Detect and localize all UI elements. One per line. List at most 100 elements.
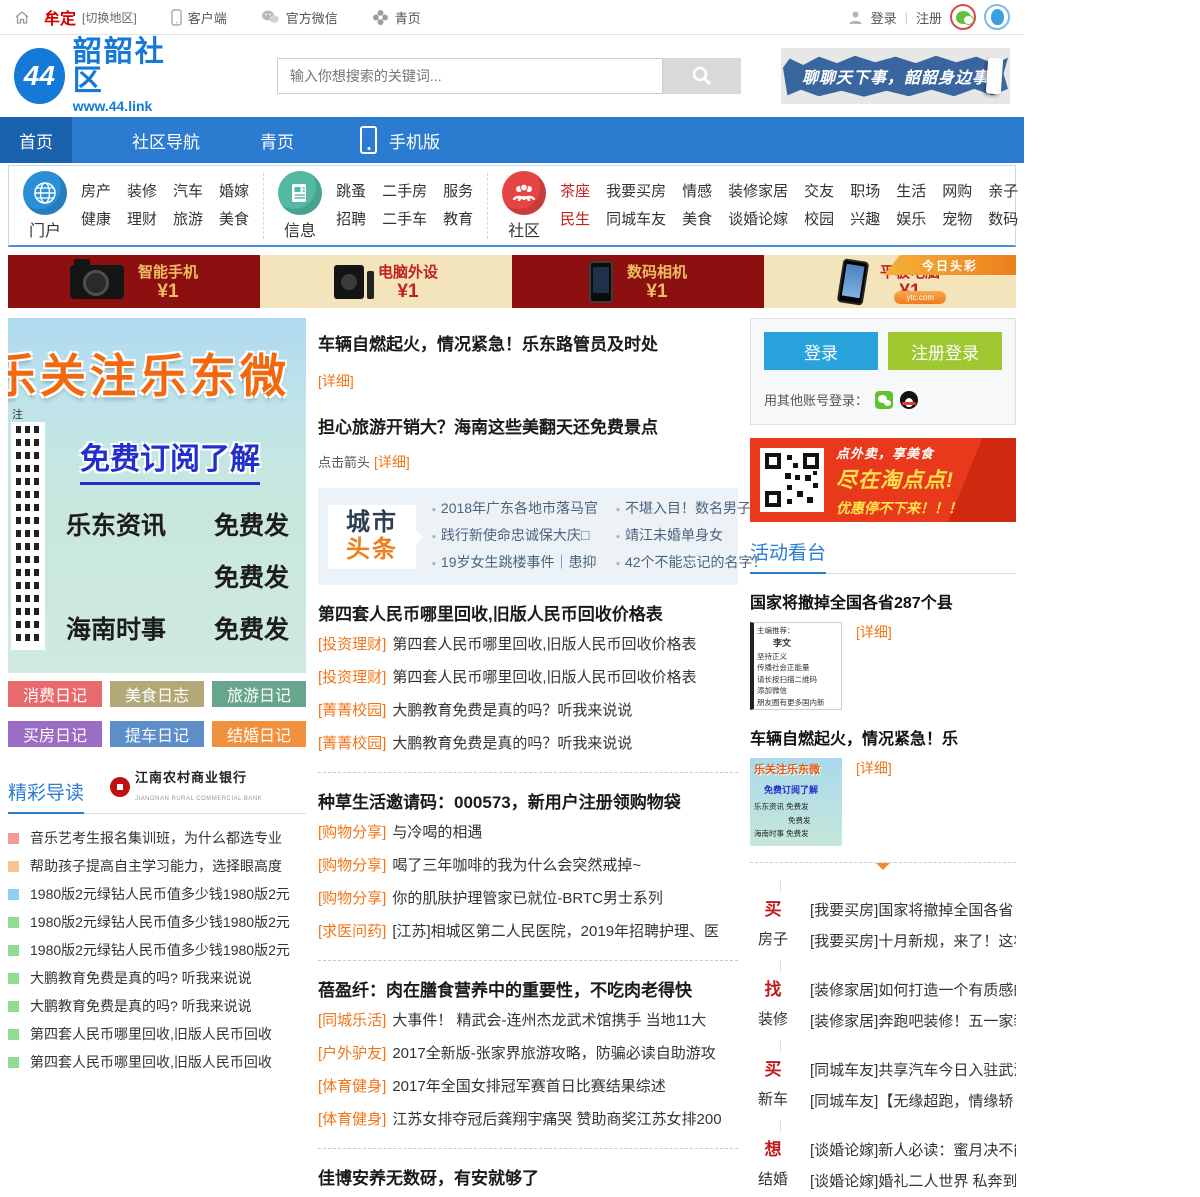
cat-link[interactable]: 亲子 (988, 179, 1018, 205)
cat-link[interactable]: 我要买房 (606, 179, 666, 205)
diary-button[interactable]: 旅游日记 (212, 681, 306, 707)
nav-qingye[interactable]: 青页 (260, 128, 294, 153)
post-link[interactable]: [谈婚论嫁]婚礼二人世界 私奔到|天 (810, 1166, 1016, 1197)
post-link[interactable]: [我要买房]十月新规，来了！这将 (810, 926, 1016, 957)
cat-link[interactable]: 校园 (804, 207, 834, 233)
people-icon[interactable] (502, 171, 546, 215)
post-link[interactable]: [购物分享]你的肌肤护理管家已就位-BRTC男士系列 (318, 882, 738, 915)
login-button[interactable]: 登录 (764, 332, 878, 370)
ledong-wechat-poster[interactable]: 乐关注乐东微 注 免费订阅了解 乐东资讯免费发 免费发 海南时事免费发 (8, 318, 306, 673)
detail-link[interactable]: [详细] (856, 622, 892, 710)
cat-link[interactable]: 生活 (896, 179, 926, 205)
list-item[interactable]: 1980版2元绿钻人民币值多少钱1980版2元 (8, 880, 306, 908)
cat-link[interactable]: 二手车 (382, 207, 427, 233)
globe-icon[interactable] (23, 171, 67, 215)
cat-link[interactable]: 健康 (81, 207, 111, 233)
cat-link[interactable]: 房产 (81, 179, 111, 205)
cat-link[interactable]: 旅游 (173, 207, 203, 233)
diary-button[interactable]: 买房日记 (8, 721, 102, 747)
client-link[interactable]: 客户端 (171, 8, 227, 27)
cat-link[interactable]: 宠物 (942, 207, 972, 233)
collapse-arrow-icon[interactable] (876, 863, 890, 877)
headline-link[interactable]: 车辆自燃起火，情况紧急！乐东路管员及时处 (318, 330, 738, 355)
section-title-link[interactable]: 第四套人民币哪里回收,旧版人民币回收价格表 (318, 600, 738, 625)
cat-link[interactable]: 情感 (682, 179, 712, 205)
qq-login-icon[interactable] (900, 391, 918, 409)
list-item[interactable]: 大鹏教育免费是真的吗? 听我来说说 (8, 992, 306, 1020)
section-title-link[interactable]: 种草生活邀请码：000573，新用户注册领购物袋 (318, 788, 738, 813)
cat-link[interactable]: 职场 (850, 179, 880, 205)
news-icon[interactable] (278, 171, 322, 215)
post-link[interactable]: [我要买房]国家将撤掉全国各省 (810, 895, 1016, 926)
section-title-link[interactable]: 佳博安养无数砑，有安就够了 (318, 1164, 738, 1189)
section-title-link[interactable]: 蓓盈纤：肉在膳食营养中的重要性，不吃肉老得快 (318, 976, 738, 1001)
post-link[interactable]: [户外驴友]2017全新版-张家界旅游攻略，防骗必读自助游攻 (318, 1037, 738, 1070)
diary-button[interactable]: 美食日志 (110, 681, 204, 707)
post-link[interactable]: [装修家居]奔跑吧装修！五一家装 (810, 1006, 1016, 1037)
post-link[interactable]: [谈婚论嫁]新人必读：蜜月决不能 (810, 1135, 1016, 1166)
headline-link[interactable]: 担心旅游开销大？海南这些美翻天还免费景点 (318, 413, 738, 438)
takeout-ad-banner[interactable]: 点外卖，享美食 尽在淘点点! 优惠停不下来！！！ (750, 438, 1016, 522)
cat-link[interactable]: 汽车 (173, 179, 203, 205)
cat-link[interactable]: 婚嫁 (219, 179, 249, 205)
detail-link[interactable]: [详细] (374, 454, 410, 470)
nav-home[interactable]: 首页 (0, 117, 72, 163)
post-link[interactable]: [菁菁校园]大鹏教育免费是真的吗？听我来说说 (318, 694, 738, 727)
register-link[interactable]: 注册 (916, 8, 942, 27)
switch-region-link[interactable]: [切换地区] (82, 9, 137, 26)
cat-link[interactable]: 装修家居 (728, 179, 788, 205)
register-login-button[interactable]: 注册登录 (888, 332, 1002, 370)
cat-link[interactable]: 服务 (443, 179, 473, 205)
headline-bullet-link[interactable]: 19岁女生跳楼事件｜患抑 (432, 550, 598, 577)
cat-link[interactable]: 同城车友 (606, 207, 666, 233)
ad-digital-camera[interactable]: 数码相机¥1 (512, 255, 764, 308)
detail-link[interactable]: [详细] (318, 373, 354, 389)
diary-button[interactable]: 提车日记 (110, 721, 204, 747)
diary-button[interactable]: 消费日记 (8, 681, 102, 707)
activity-article-link[interactable]: 国家将撤掉全国各省287个县 (750, 589, 1016, 613)
list-item[interactable]: 帮助孩子提高自主学习能力，选择眼高度 (8, 852, 306, 880)
official-wechat-link[interactable]: 官方微信 (261, 8, 338, 27)
cat-link[interactable]: 二手房 (382, 179, 427, 205)
list-item[interactable]: 大鹏教育免费是真的吗? 听我来说说 (8, 964, 306, 992)
post-link[interactable]: [投资理财]第四套人民币哪里回收,旧版人民币回收价格表 (318, 661, 738, 694)
post-link[interactable]: [同城乐活]大事件！ 精武会-连州杰龙武术馆携手 当地11大 (318, 1004, 738, 1037)
search-button[interactable] (663, 58, 741, 94)
article-thumbnail[interactable]: 主编推荐： 李文 坚持正义 传播社会正能量 请长按扫描二维码 添加微信 朋友圈有… (750, 622, 842, 710)
cat-link[interactable]: 交友 (804, 179, 834, 205)
article-thumbnail[interactable]: 乐关注乐东微 免费订阅了解 乐东资讯 免费发 免费发 海南时事 免费发 (750, 758, 842, 846)
header-banner[interactable]: 聊聊天下事，韶韶身边事 (781, 48, 1010, 104)
list-item[interactable]: 音乐艺考生报名集训班，为什么都选专业 (8, 824, 306, 852)
list-item[interactable]: 第四套人民币哪里回收,旧版人民币回收 (8, 1048, 306, 1076)
current-city[interactable]: 牟定 (44, 5, 76, 29)
cat-link[interactable]: 美食 (219, 207, 249, 233)
diary-button[interactable]: 结婚日记 (212, 721, 306, 747)
ad-computer-peripherals[interactable]: 电脑外设¥1 (260, 255, 512, 308)
cat-link[interactable]: 娱乐 (896, 207, 926, 233)
list-item[interactable]: 1980版2元绿钻人民币值多少钱1980版2元 (8, 936, 306, 964)
cat-link[interactable]: 教育 (443, 207, 473, 233)
post-link[interactable]: [体育健身]江苏女排夺冠后龚翔宇痛哭 赞助商奖江苏女排200 (318, 1103, 738, 1136)
list-item[interactable]: 第四套人民币哪里回收,旧版人民币回收 (8, 1020, 306, 1048)
nav-mobile-version[interactable]: 手机版 (360, 126, 440, 154)
bank-logo[interactable]: 江南农村商业银行 JIANGNAN RURAL COMMERCIAL BANK (110, 769, 262, 813)
post-link[interactable]: [求医问药][江苏]相城区第二人民医院，2019年招聘护理、医 (318, 915, 738, 948)
cat-link[interactable]: 茶座 (560, 179, 590, 205)
site-logo[interactable]: 44 韶韶社区 www.44.link (14, 38, 185, 114)
cat-link[interactable]: 网购 (942, 179, 972, 205)
ad-tablet[interactable]: 今日头彩 平板电脑¥1 ytc.com (764, 255, 1016, 308)
category-info-label[interactable]: 信息 (284, 217, 316, 241)
post-link[interactable]: [体育健身]2017年全国女排冠军赛首日比赛结果综述 (318, 1070, 738, 1103)
detail-link[interactable]: [详细] (856, 758, 892, 846)
post-link[interactable]: [同城车友]共享汽车今日入驻武汉 (810, 1055, 1016, 1086)
search-input[interactable] (277, 58, 663, 94)
category-community-label[interactable]: 社区 (508, 217, 540, 241)
list-item[interactable]: 1980版2元绿钻人民币值多少钱1980版2元 (8, 908, 306, 936)
home-icon[interactable] (14, 10, 30, 25)
post-link[interactable]: [装修家居]如何打造一个有质感的 (810, 975, 1016, 1006)
cat-link[interactable]: 招聘 (336, 207, 366, 233)
qq-login-icon[interactable] (984, 4, 1010, 30)
category-portal-label[interactable]: 门户 (29, 217, 61, 241)
cat-link[interactable]: 理财 (127, 207, 157, 233)
cat-link[interactable]: 美食 (682, 207, 712, 233)
